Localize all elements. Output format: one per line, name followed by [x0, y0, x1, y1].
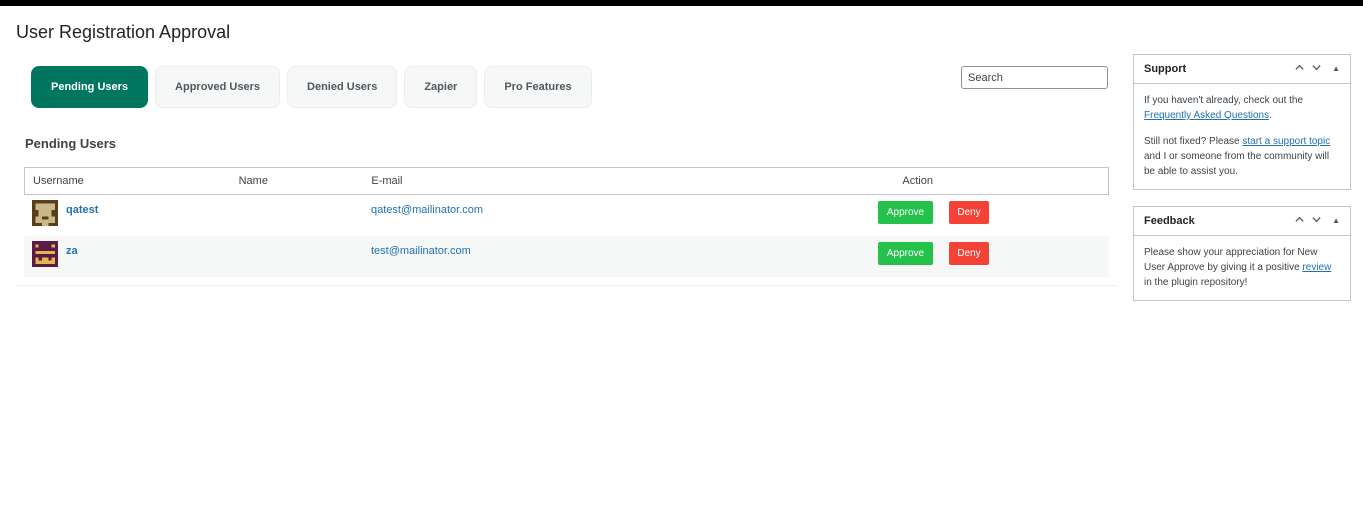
header-action: Action: [902, 175, 933, 187]
tab-denied-users[interactable]: Denied Users: [287, 66, 398, 108]
pending-users-table: Username Name E-mail Action qatest qates…: [24, 167, 1109, 277]
tab-zapier[interactable]: Zapier: [404, 66, 478, 108]
divider: [16, 285, 1117, 286]
page-title: User Registration Approval: [16, 22, 231, 42]
feedback-box-header[interactable]: Feedback ▲: [1134, 207, 1350, 236]
chevron-up-icon[interactable]: [1294, 214, 1305, 229]
tab-approved-users[interactable]: Approved Users: [155, 66, 281, 108]
search-input[interactable]: [961, 66, 1108, 89]
admin-top-bar: [0, 0, 1363, 6]
user-avatar-icon: [32, 200, 58, 226]
support-text-1: If you haven't already, check out the Fr…: [1144, 95, 1304, 121]
user-avatar-icon: [32, 241, 58, 267]
tab-pending-users[interactable]: Pending Users: [31, 66, 149, 108]
collapse-toggle-icon[interactable]: ▲: [1332, 214, 1340, 229]
tab-bar: Pending Users Approved Users Denied User…: [31, 66, 592, 108]
tab-pro-features[interactable]: Pro Features: [484, 66, 592, 108]
support-topic-link[interactable]: start a support topic: [1242, 136, 1330, 147]
table-header: Username Name E-mail Action: [24, 167, 1109, 195]
table-row: qatest qatest@mailinator.com Approve Den…: [24, 195, 1109, 236]
header-email: E-mail: [371, 175, 403, 187]
support-box-header[interactable]: Support ▲: [1134, 55, 1350, 84]
username-link[interactable]: za: [66, 241, 78, 257]
header-name: Name: [238, 175, 268, 187]
feedback-text: Please show your appreciation for New Us…: [1144, 247, 1332, 288]
deny-button[interactable]: Deny: [949, 242, 989, 265]
email-cell[interactable]: qatest@mailinator.com: [371, 195, 831, 216]
approve-button[interactable]: Approve: [878, 242, 933, 265]
support-text-2: Still not fixed? Please start a support …: [1144, 136, 1331, 177]
support-box: Support ▲ If you haven't already, check …: [1133, 54, 1351, 190]
name-cell: [238, 195, 371, 204]
chevron-down-icon[interactable]: [1311, 62, 1322, 77]
support-box-title: Support: [1144, 63, 1187, 75]
feedback-box: Feedback ▲ Please show your appreciation…: [1133, 206, 1351, 301]
email-cell[interactable]: test@mailinator.com: [371, 236, 831, 257]
header-username: Username: [33, 175, 84, 187]
deny-button[interactable]: Deny: [949, 201, 989, 224]
support-box-body: If you haven't already, check out the Fr…: [1134, 84, 1350, 188]
feedback-box-body: Please show your appreciation for New Us…: [1134, 236, 1350, 299]
chevron-up-icon[interactable]: [1294, 62, 1305, 77]
name-cell: [238, 236, 371, 245]
table-row: za test@mailinator.com Approve Deny: [24, 236, 1109, 277]
approve-button[interactable]: Approve: [878, 201, 933, 224]
faq-link[interactable]: Frequently Asked Questions: [1144, 110, 1269, 121]
review-link[interactable]: review: [1302, 262, 1331, 273]
feedback-box-title: Feedback: [1144, 215, 1195, 227]
chevron-down-icon[interactable]: [1311, 214, 1322, 229]
username-link[interactable]: qatest: [66, 200, 98, 216]
collapse-toggle-icon[interactable]: ▲: [1332, 62, 1340, 77]
section-title: Pending Users: [25, 136, 117, 151]
